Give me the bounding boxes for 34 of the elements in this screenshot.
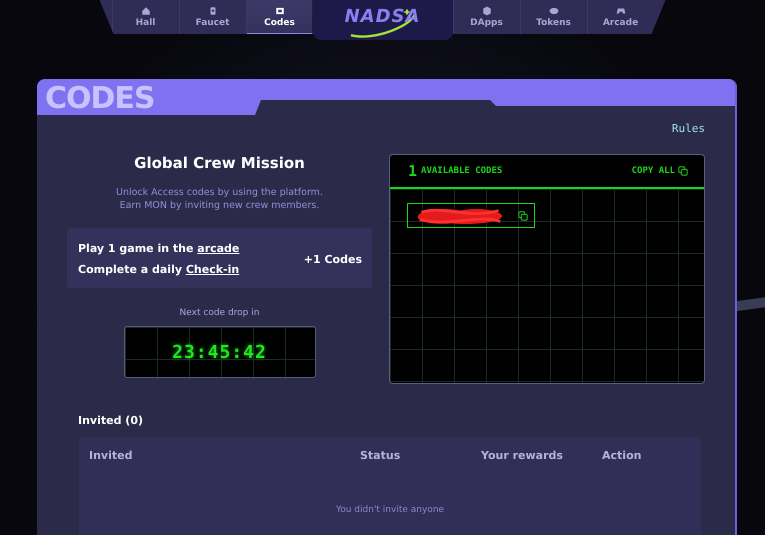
page-title: CODES: [45, 81, 155, 116]
copy-icon[interactable]: [518, 210, 528, 220]
rules-link[interactable]: Rules: [672, 122, 705, 138]
nav-tab[interactable]: Codes: [246, 0, 312, 34]
column-header: Status: [360, 449, 402, 462]
mission-title: Global Crew Mission: [134, 154, 305, 172]
cube-icon: [482, 6, 492, 16]
task-text: Complete a daily Check-in: [78, 262, 240, 278]
countdown-label: Next code drop in: [180, 308, 260, 318]
code-item[interactable]: [407, 203, 535, 228]
countdown-time: 23:45:42: [172, 342, 267, 362]
nav-tab[interactable]: Hall: [112, 0, 178, 34]
invited-title: Invited (0): [78, 414, 144, 427]
copy-all-button[interactable]: COPY ALL: [632, 166, 688, 176]
ticket-icon: [274, 6, 284, 16]
gamepad-icon: [616, 6, 626, 16]
copy-icon: [678, 166, 688, 176]
house-icon: [140, 6, 150, 16]
reward-text: +1 Codes: [304, 252, 362, 266]
task-text: Play 1 game in the arcade: [78, 241, 240, 257]
coin-icon: [548, 6, 558, 16]
code-count: 1: [408, 162, 418, 180]
codes-title: AVAILABLE CODES: [421, 166, 504, 176]
task-link[interactable]: Check-in: [186, 263, 240, 276]
nav-tab[interactable]: Tokens: [520, 0, 586, 34]
column-header: Action: [602, 449, 642, 462]
task-link[interactable]: arcade: [197, 242, 240, 255]
mission-description: Unlock Access codes by using the platform. Earn MON by inviting new crew members.: [116, 186, 323, 212]
nav-tab[interactable]: Arcade: [586, 0, 654, 34]
empty-message: You didn't invite anyone: [334, 505, 446, 515]
faucet-icon: [208, 6, 218, 16]
nav-tab[interactable]: DApps: [452, 0, 520, 34]
column-header: Invited: [89, 449, 134, 462]
column-header: Your rewards: [481, 449, 564, 462]
